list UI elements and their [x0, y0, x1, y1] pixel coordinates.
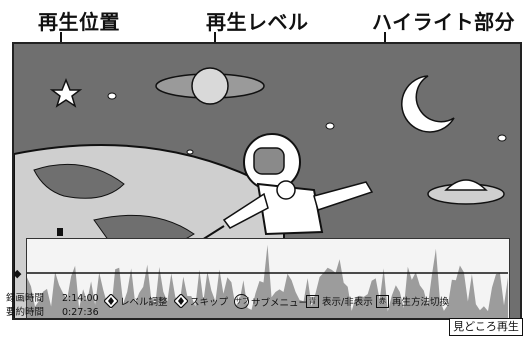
level-adjust-arrow-icon[interactable]: ◆ [14, 268, 21, 279]
record-time-label: 録画時間 [6, 293, 45, 304]
red-key-icon: 赤 [376, 294, 389, 308]
callout-playback-position: 再生位置 [38, 10, 120, 34]
level-adjust-label: レベル調整 [120, 297, 168, 308]
playback-position-marker[interactable] [57, 228, 63, 236]
playback-mode-label: 再生方法切換 [392, 297, 450, 308]
dpad-icon [104, 294, 118, 308]
callout-highlight-part: ハイライト部分 [372, 10, 516, 34]
show-hide-label: 表示/非表示 [322, 297, 373, 308]
playback-mode-guide: 赤 再生方法切換 [376, 294, 449, 308]
callout-playback-level: 再生レベル [206, 10, 309, 34]
tv-screen: ◆ [12, 42, 522, 320]
skip-label: スキップ [190, 297, 229, 308]
submenu-label: サブメニュー [251, 297, 309, 309]
skip-guide: スキップ [174, 294, 228, 308]
blue-key-icon: 青 [306, 294, 319, 308]
highlight-playback-button[interactable]: 見どころ再生 [449, 318, 523, 336]
summary-time-label: 要約時間 [6, 307, 45, 318]
record-time-value: 2:14:00 [62, 293, 99, 304]
submenu-key-icon: サブ [234, 294, 249, 309]
show-hide-guide: 青 表示/非表示 [306, 294, 373, 308]
summary-time-value: 0:27:36 [62, 307, 99, 318]
level-adjust-guide: レベル調整 [104, 294, 168, 308]
submenu-guide: サブ サブメニュー [234, 294, 308, 309]
dpad-icon [174, 294, 188, 308]
operation-guide: 録画時間 2:14:00 要約時間 0:27:36 レベル調整 スキップ サブ サブ… [0, 288, 532, 340]
